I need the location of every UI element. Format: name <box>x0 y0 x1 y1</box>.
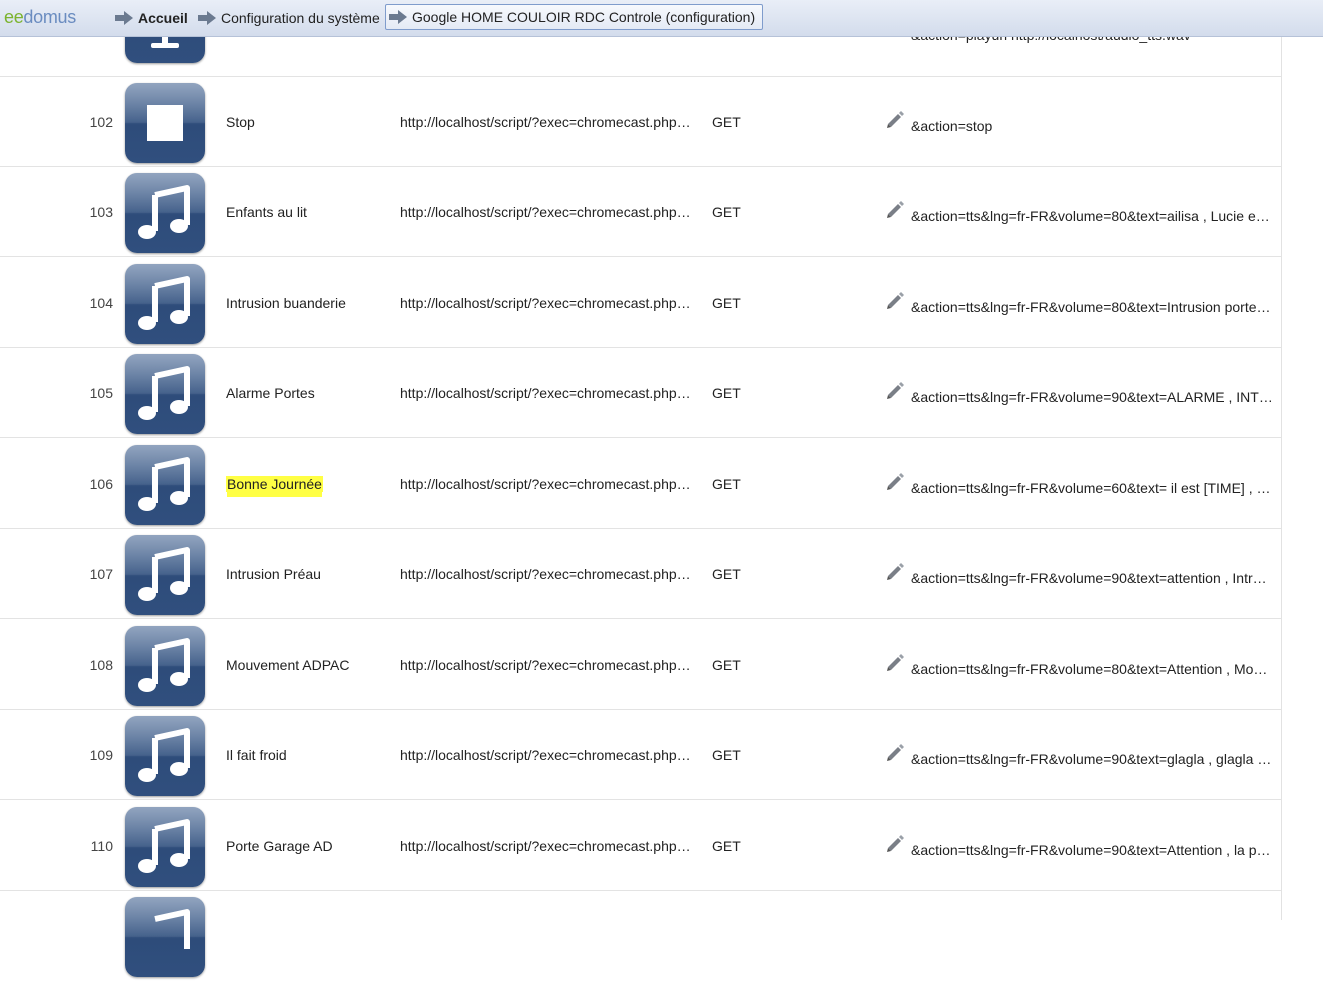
param-cell: &action=tts&lng=fr-FR&volume=60&text= il… <box>911 480 1273 496</box>
pencil-edit-icon[interactable] <box>884 109 906 131</box>
param-cell: &action=tts&lng=fr-FR&volume=90&text=Att… <box>911 842 1273 858</box>
method-cell: GET <box>712 385 741 401</box>
column-divider <box>1281 37 1282 920</box>
stop-icon <box>125 83 205 163</box>
action-name: Enfants au lit <box>226 204 307 220</box>
param-cell: &action=tts&lng=fr-FR&volume=90&text=att… <box>911 570 1273 586</box>
pencil-edit-icon[interactable] <box>884 471 906 493</box>
param-cell: &action=tts&lng=fr-FR&volume=80&text=Att… <box>911 661 1273 677</box>
table-row[interactable]: 104 Intrusion buanderie http://localhost… <box>0 258 1281 348</box>
row-id: 110 <box>90 838 113 854</box>
action-name: Intrusion Préau <box>226 566 321 582</box>
action-name: Porte Garage AD <box>226 838 333 854</box>
arrow-right-icon <box>389 10 407 24</box>
breadcrumb-home[interactable]: Accueil <box>115 7 188 29</box>
row-id: 109 <box>89 747 113 763</box>
url-cell: http://localhost/script/?exec=chromecast… <box>400 657 698 673</box>
url-cell: http://localhost/script/?exec=chromecast… <box>400 747 698 763</box>
row-id: 102 <box>89 114 113 130</box>
param-cell: &action=stop <box>911 118 993 134</box>
table-row[interactable]: 106 Bonne Journée http://localhost/scrip… <box>0 439 1281 529</box>
arrow-right-icon <box>198 11 216 25</box>
pencil-edit-icon[interactable] <box>884 833 906 855</box>
row-id: 104 <box>89 295 113 311</box>
breadcrumb-bar: eedomus Accueil Configuration du système… <box>0 0 1323 37</box>
url-cell: http://localhost/script/?exec=chromecast… <box>400 295 698 311</box>
music-note-icon <box>125 897 205 977</box>
music-note-icon <box>125 445 205 525</box>
action-name: Mouvement ADPAC <box>226 657 350 673</box>
table-row[interactable]: 108 Mouvement ADPAC http://localhost/scr… <box>0 620 1281 710</box>
url-cell: http://localhost/script/?exec=chromecast… <box>400 385 698 401</box>
table-row[interactable]: 109 Il fait froid http://localhost/scrip… <box>0 710 1281 800</box>
pencil-edit-icon[interactable] <box>884 199 906 221</box>
method-cell: GET <box>712 114 741 130</box>
action-name: Stop <box>226 114 255 130</box>
param-cell: &action=tts&lng=fr-FR&volume=90&text=gla… <box>911 751 1273 767</box>
table-row-partial-bottom[interactable] <box>0 891 1281 981</box>
music-note-icon <box>125 173 205 253</box>
param-cell: &action=tts&lng=fr-FR&volume=90&text=ALA… <box>911 389 1273 405</box>
row-id: 103 <box>89 204 113 220</box>
url-cell: http://localhost/script/?exec=chromecast… <box>400 204 698 220</box>
music-note-icon <box>125 716 205 796</box>
row-id: 106 <box>89 476 113 492</box>
music-note-icon <box>125 354 205 434</box>
arrow-right-icon <box>115 11 133 25</box>
method-cell: GET <box>712 295 741 311</box>
method-cell: GET <box>712 566 741 582</box>
action-name-highlighted: Bonne Journée <box>226 476 323 492</box>
music-note-icon <box>125 626 205 706</box>
param-cell: &action=tts&lng=fr-FR&volume=80&text=Int… <box>911 299 1273 315</box>
pencil-edit-icon[interactable] <box>884 380 906 402</box>
table-row[interactable]: 110 Porte Garage AD http://localhost/scr… <box>0 801 1281 891</box>
table-row[interactable]: 105 Alarme Portes http://localhost/scrip… <box>0 348 1281 438</box>
eedomus-logo[interactable]: eedomus <box>4 7 76 28</box>
method-cell: GET <box>712 747 741 763</box>
method-cell: GET <box>712 476 741 492</box>
music-note-icon <box>125 535 205 615</box>
pencil-edit-icon[interactable] <box>884 742 906 764</box>
row-id: 108 <box>89 657 113 673</box>
music-note-icon <box>125 807 205 887</box>
action-name: Intrusion buanderie <box>226 295 346 311</box>
table-row[interactable]: 102 Stop http://localhost/script/?exec=c… <box>0 77 1281 167</box>
pencil-edit-icon[interactable] <box>884 652 906 674</box>
method-cell: GET <box>712 838 741 854</box>
action-name: Il fait froid <box>226 747 287 763</box>
url-cell: http://localhost/script/?exec=chromecast… <box>400 838 698 854</box>
url-cell: http://localhost/script/?exec=chromecast… <box>400 566 698 582</box>
table-row[interactable]: 107 Intrusion Préau http://localhost/scr… <box>0 529 1281 619</box>
pencil-edit-icon[interactable] <box>884 561 906 583</box>
breadcrumb-system-config[interactable]: Configuration du système <box>198 7 380 29</box>
breadcrumb-current[interactable]: Google HOME COULOIR RDC Controle (config… <box>385 4 764 30</box>
music-note-icon <box>125 264 205 344</box>
method-cell: GET <box>712 204 741 220</box>
row-id: 105 <box>89 385 113 401</box>
url-cell: http://localhost/script/?exec=chromecast… <box>400 114 698 130</box>
method-cell: GET <box>712 657 741 673</box>
pencil-edit-icon[interactable] <box>884 290 906 312</box>
table-row[interactable]: 103 Enfants au lit http://localhost/scri… <box>0 167 1281 257</box>
param-cell: &action=tts&lng=fr-FR&volume=80&text=ail… <box>911 208 1273 224</box>
action-name: Alarme Portes <box>226 385 315 401</box>
row-id: 107 <box>89 566 113 582</box>
url-cell: http://localhost/script/?exec=chromecast… <box>400 476 698 492</box>
